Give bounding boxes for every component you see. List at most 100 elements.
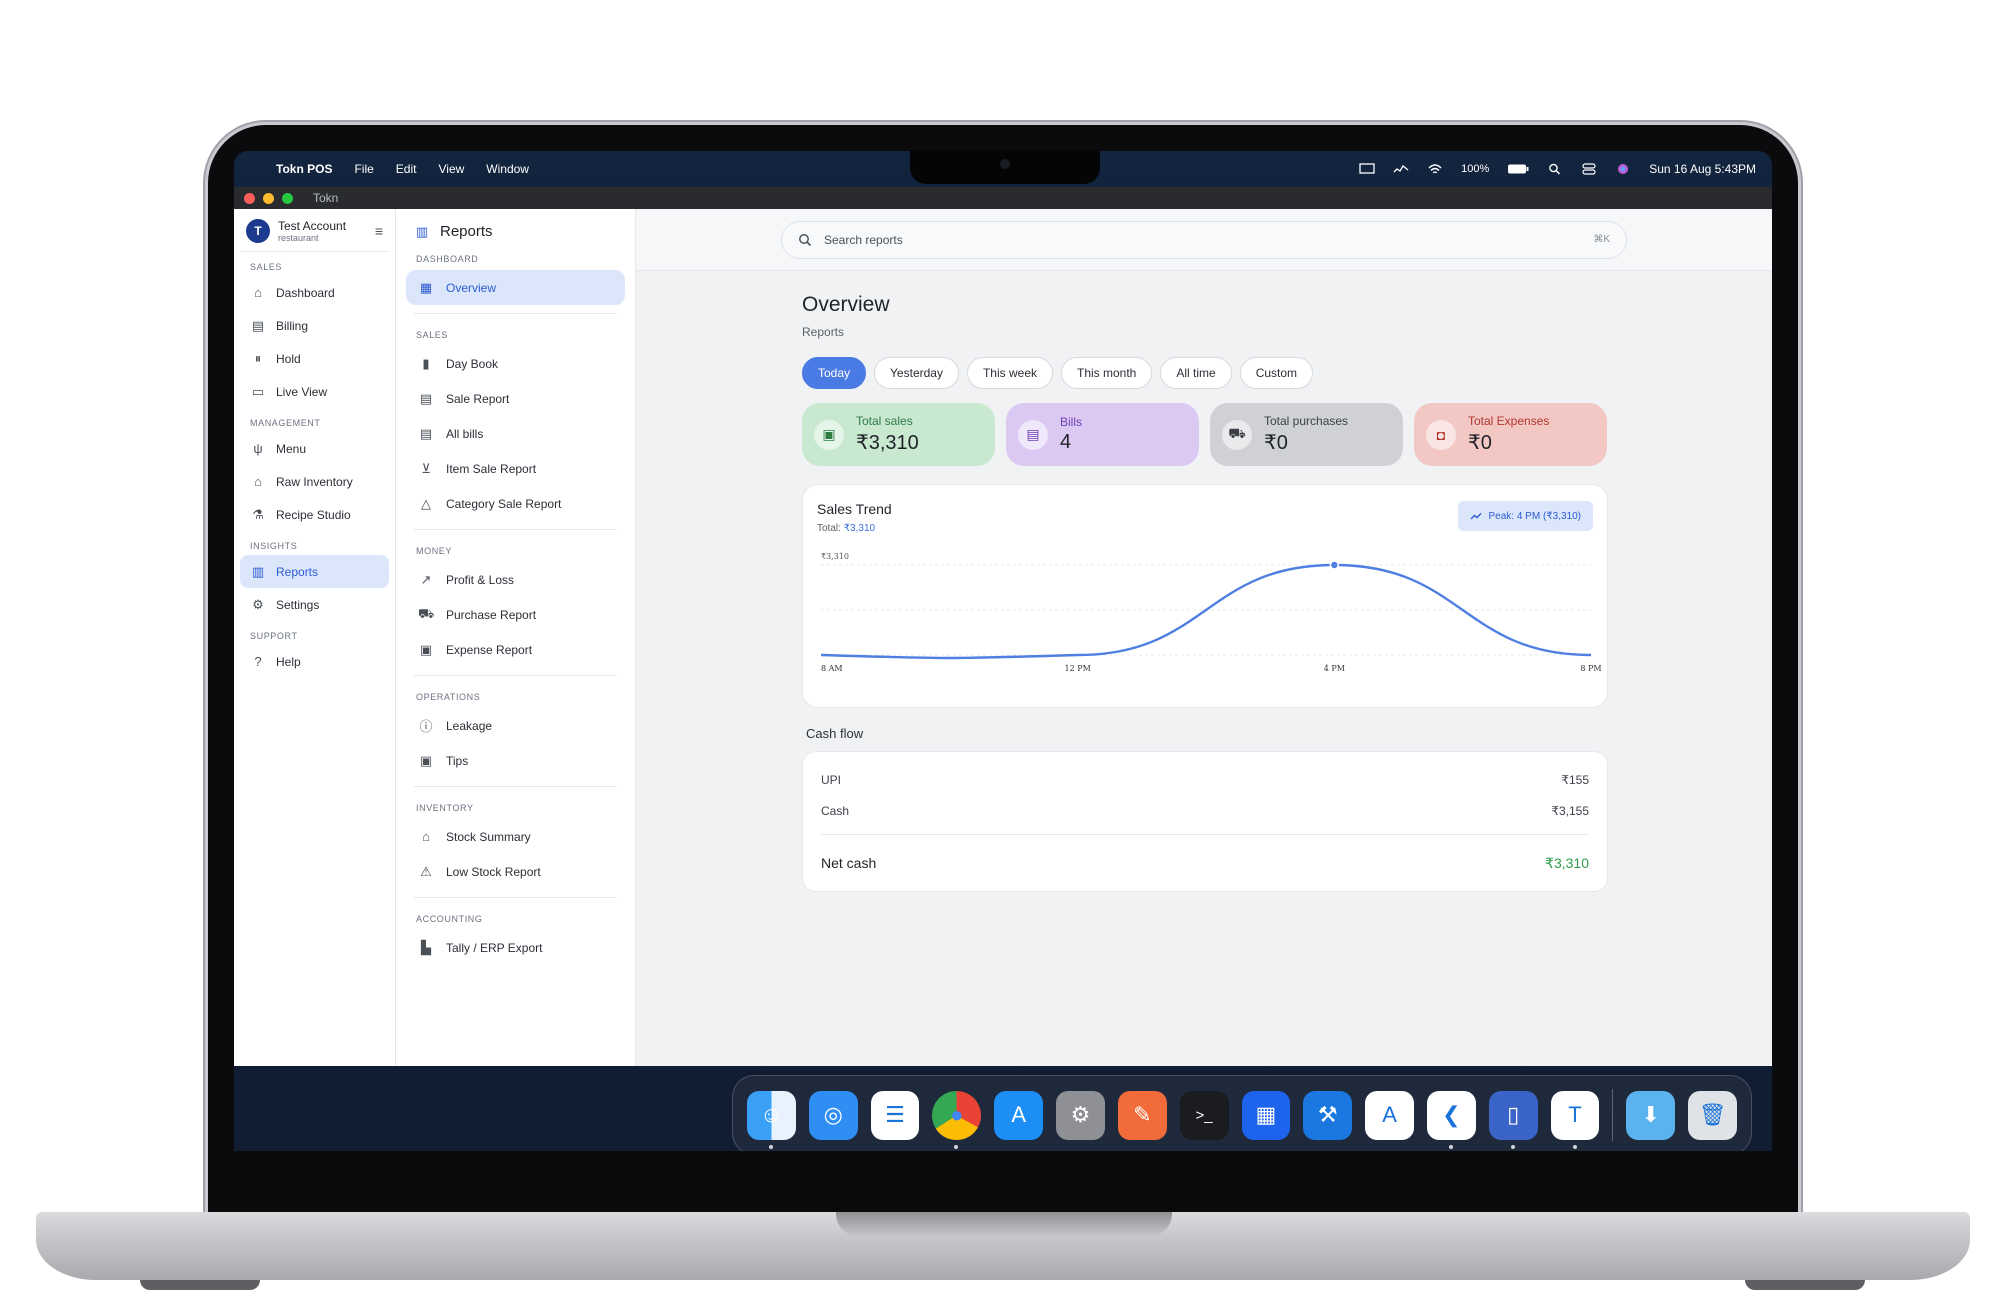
chrome-icon[interactable]: ● <box>932 1090 982 1149</box>
edit-menu[interactable]: Edit <box>396 162 417 176</box>
sidebar-item-help[interactable]: ? Help <box>240 645 389 678</box>
sidebar-item-menu[interactable]: ψ Menu <box>240 432 389 465</box>
subnav-section-dashboard: DASHBOARD <box>416 254 479 264</box>
x-tick-label: 8 PM <box>1580 664 1601 673</box>
window-menu[interactable]: Window <box>486 162 529 176</box>
system-settings-icon[interactable]: ⚙ <box>1056 1090 1105 1140</box>
siri-icon[interactable] <box>1615 163 1631 175</box>
subnav-item-label: Leakage <box>446 718 493 733</box>
warehouse-icon: ⌂ <box>422 829 430 844</box>
downloads-folder-icon[interactable]: ⬇ <box>1626 1090 1676 1140</box>
spotlight-search-icon[interactable] <box>1547 163 1563 175</box>
battery-icon[interactable] <box>1507 163 1529 175</box>
subnav-item-low-stock-report[interactable]: ⚠ Low Stock Report <box>406 854 625 889</box>
alert-circle-icon: ⓘ <box>419 719 433 734</box>
subnav-item-purchase-report[interactable]: ⛟ Purchase Report <box>406 597 625 632</box>
reports-subnav: ▥ Reports DASHBOARD ▦ Overview SALES ▮ Day … <box>396 209 636 1066</box>
stat-card[interactable]: ▤ Bills 4 <box>1006 403 1199 466</box>
stat-card[interactable]: ◘ Total Expenses ₹0 <box>1414 403 1607 466</box>
sidebar-item-live-view[interactable]: ▭ Live View <box>240 375 389 408</box>
subnav-title: Reports <box>440 223 493 240</box>
subnav-item-leakage[interactable]: ⓘ Leakage <box>406 708 625 743</box>
zoom-window-button[interactable] <box>282 192 293 204</box>
subnav-item-overview[interactable]: ▦ Overview <box>406 270 625 305</box>
cashflow-row-value: ₹3,155 <box>1551 803 1589 818</box>
subnav-item-sale-report[interactable]: ▤ Sale Report <box>406 381 625 416</box>
sidebar-item-dashboard[interactable]: ⌂ Dashboard <box>240 276 389 309</box>
vscode-icon[interactable]: ❮ <box>1426 1090 1476 1149</box>
stat-value: ₹0 <box>1468 432 1492 454</box>
filter-yesterday[interactable]: Yesterday <box>874 357 959 389</box>
subnav-item-label: Tips <box>446 753 469 768</box>
stat-card[interactable]: ⛟ Total purchases ₹0 <box>1210 403 1403 466</box>
subnav-item-label: Item Sale Report <box>446 461 537 476</box>
app-store-icon[interactable]: A <box>994 1090 1044 1140</box>
account-header[interactable]: T Test Account restaurant ≡ <box>240 219 389 252</box>
camera-icon <box>1000 159 1010 169</box>
cashflow-label: Cash flow <box>806 726 864 741</box>
minimize-window-button[interactable] <box>263 192 274 204</box>
search-input[interactable]: Search reports ⌘K <box>781 220 1627 259</box>
app-menu[interactable]: Tokn POS <box>276 162 332 176</box>
subnav-item-day-book[interactable]: ▮ Day Book <box>406 346 625 381</box>
filter-this-week[interactable]: This week <box>966 357 1053 389</box>
sidebar-item-billing[interactable]: ▤ Billing <box>240 309 389 342</box>
cashflow-row-upi: UPI ₹155 <box>821 764 1589 795</box>
finder-icon[interactable]: ☺ <box>747 1090 796 1149</box>
recipe-icon: ⚗ <box>252 506 264 522</box>
sidebar-item-recipe-studio[interactable]: ⚗ Recipe Studio <box>240 498 389 531</box>
subnav-item-category-sale-report[interactable]: △ Category Sale Report <box>406 486 625 521</box>
collapse-sidebar-icon[interactable]: ≡ <box>375 223 383 239</box>
battery-percentage: 100% <box>1461 163 1490 175</box>
wifi-icon[interactable] <box>1427 163 1443 175</box>
file-menu[interactable]: File <box>354 162 373 176</box>
control-center-icon[interactable] <box>1581 163 1597 175</box>
sidebar-item-hold[interactable]: ⏸ Hold <box>240 342 389 375</box>
instruments-icon[interactable]: A <box>1365 1090 1414 1140</box>
close-window-button[interactable] <box>244 192 255 204</box>
view-menu[interactable]: View <box>438 162 464 176</box>
running-indicator <box>954 1144 959 1149</box>
subnav-item-tally-export[interactable]: ▙ Tally / ERP Export <box>406 930 625 965</box>
receipt-icon: ▤ <box>1018 419 1048 450</box>
account-type: restaurant <box>278 233 319 243</box>
subnav-item-expense-report[interactable]: ▣ Expense Report <box>406 632 625 667</box>
cashflow-row-name: Cash <box>821 803 850 818</box>
sidebar-item-settings[interactable]: ⚙ Settings <box>240 588 389 621</box>
subnav-item-label: Day Book <box>446 356 499 371</box>
safari-icon[interactable]: ◎ <box>808 1090 858 1140</box>
reminders-icon[interactable]: ☰ <box>870 1090 920 1140</box>
postman-icon[interactable]: ✎ <box>1117 1090 1167 1140</box>
subnav-item-item-sale-report[interactable]: ⊻ Item Sale Report <box>406 451 625 486</box>
tokn-icon[interactable]: T <box>1550 1090 1600 1149</box>
subnav-section-accounting: ACCOUNTING <box>416 914 483 924</box>
grid-icon: ▦ <box>419 279 433 295</box>
trash-icon[interactable]: 🗑 <box>1688 1090 1737 1140</box>
filter-this-month[interactable]: This month <box>1061 357 1153 389</box>
sidebar-item-raw-inventory[interactable]: ⌂ Raw Inventory <box>240 465 389 498</box>
divider <box>414 529 617 530</box>
sidebar-item-reports[interactable]: ▥ Reports <box>240 555 389 588</box>
truck-icon: ⛟ <box>418 605 435 621</box>
sidebar-section-insights: INSIGHTS <box>250 541 298 551</box>
screen-mirroring-icon[interactable] <box>1359 163 1375 175</box>
subnav-item-all-bills[interactable]: ▤ All bills <box>406 416 625 451</box>
reports-icon: ▥ <box>415 223 429 239</box>
simulator-icon[interactable]: ▯ <box>1488 1090 1538 1149</box>
subnav-item-tips[interactable]: ▣ Tips <box>406 743 625 778</box>
chart-total-value: ₹3,310 <box>843 523 876 534</box>
subnav-item-stock-summary[interactable]: ⌂ Stock Summary <box>406 819 625 854</box>
menubar-clock[interactable]: Sun 16 Aug 5:43PM <box>1649 162 1756 176</box>
running-indicator <box>1510 1144 1515 1149</box>
pause-icon: ⏸ <box>254 350 262 366</box>
xcode-icon[interactable]: ⚒ <box>1303 1090 1353 1140</box>
stat-label: Total purchases <box>1264 414 1349 428</box>
filter-all-time[interactable]: All time <box>1160 357 1232 389</box>
terminal-icon[interactable]: >_ <box>1179 1090 1229 1140</box>
filter-custom[interactable]: Custom <box>1239 357 1314 389</box>
subnav-item-profit-loss[interactable]: ↗ Profit & Loss <box>406 562 625 597</box>
activity-icon[interactable] <box>1393 163 1409 175</box>
docker-icon[interactable]: ▦ <box>1241 1090 1291 1140</box>
stat-card[interactable]: ▣ Total sales ₹3,310 <box>802 403 995 466</box>
filter-today[interactable]: Today <box>802 357 867 389</box>
